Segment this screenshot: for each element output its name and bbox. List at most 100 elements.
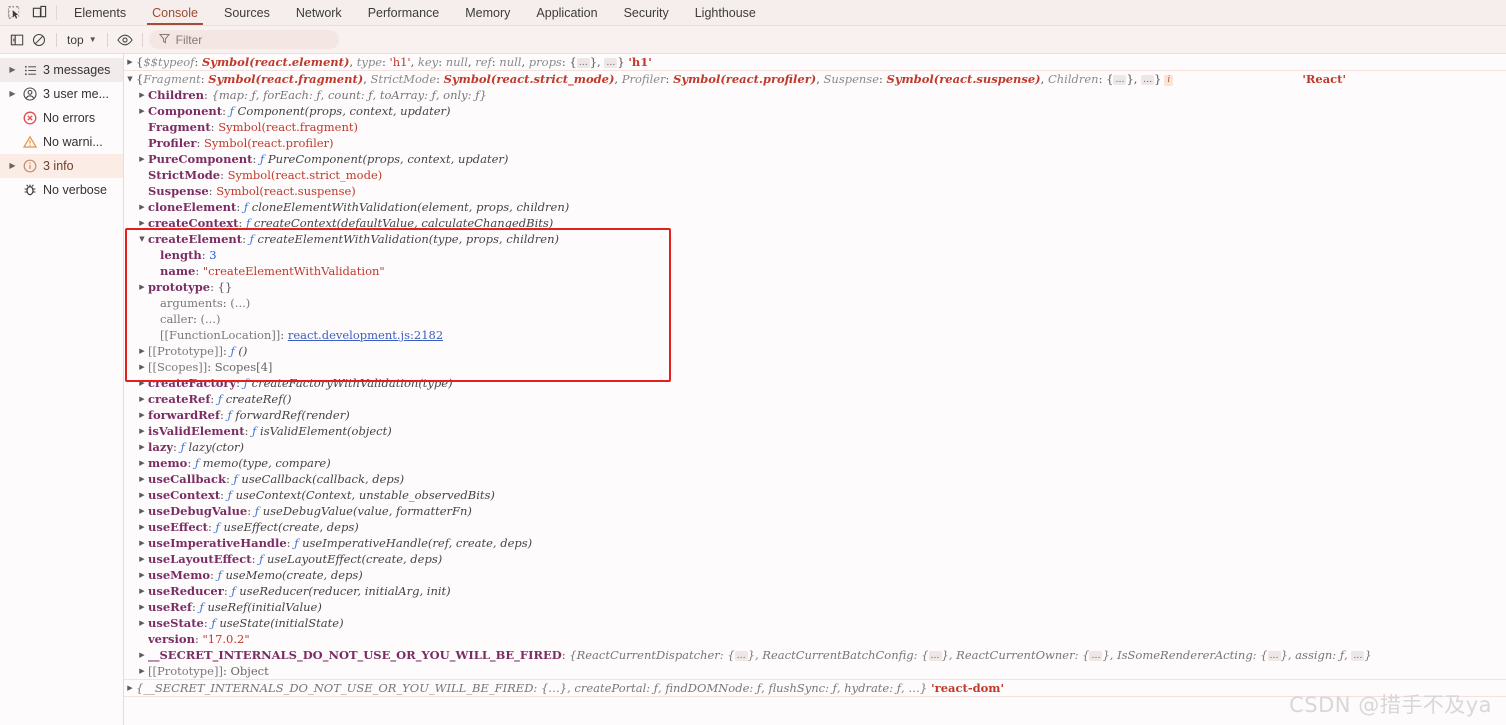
chevron-right-icon[interactable]: ▶	[136, 359, 148, 375]
tab-network[interactable]: Network	[283, 0, 355, 25]
chevron-right-icon[interactable]: ▶	[136, 407, 148, 423]
clear-console-icon[interactable]	[28, 30, 50, 50]
chevron-right-icon[interactable]: ▶	[136, 503, 148, 519]
filter-input[interactable]: Filter	[148, 30, 339, 49]
prop-value[interactable]: react.development.js:2182	[288, 328, 443, 342]
object-property-row[interactable]: ▶ Children: {map: ƒ, forEach: ƒ, count: ƒ…	[124, 87, 1506, 103]
chevron-right-icon[interactable]: ▶	[136, 519, 148, 535]
device-toolbar-icon[interactable]	[31, 4, 48, 21]
expand-ellipsis[interactable]: …	[1351, 651, 1365, 661]
chevron-right-icon[interactable]: ▶	[136, 599, 148, 615]
object-property-row[interactable]: ▶ useEffect: ƒ useEffect(create, deps)	[124, 519, 1506, 535]
chevron-right-icon[interactable]: ▶	[8, 162, 17, 170]
chevron-right-icon[interactable]: ▶	[8, 90, 17, 98]
object-property-row[interactable]: ▶ useCallback: ƒ useCallback(callback, de…	[124, 471, 1506, 487]
chevron-right-icon[interactable]: ▶	[136, 103, 148, 119]
console-message-element[interactable]: ▶ {$$typeof: Symbol(react.element), type…	[124, 54, 1506, 71]
object-property-row[interactable]: ▶Profiler: Symbol(react.profiler)	[124, 135, 1506, 151]
object-property-row[interactable]: ▶ useImperativeHandle: ƒ useImperativeHan…	[124, 535, 1506, 551]
tab-elements[interactable]: Elements	[61, 0, 139, 25]
chevron-right-icon[interactable]: ▶	[136, 551, 148, 567]
object-property-row[interactable]: ▶ useLayoutEffect: ƒ useLayoutEffect(crea…	[124, 551, 1506, 567]
sidebar-item-errors[interactable]: ▶ No errors	[0, 106, 123, 130]
chevron-right-icon[interactable]: ▶	[136, 199, 148, 215]
sidebar-item-messages[interactable]: ▶ 3 messages	[0, 58, 123, 82]
object-property-row[interactable]: ▶ useState: ƒ useState(initialState)	[124, 615, 1506, 631]
object-property-row[interactable]: ▶length: 3	[124, 247, 1506, 263]
expand-ellipsis[interactable]: …	[1113, 75, 1127, 85]
chevron-right-icon[interactable]: ▶	[8, 66, 17, 74]
object-property-row[interactable]: ▶ PureComponent: ƒ PureComponent(props, c…	[124, 151, 1506, 167]
object-property-row[interactable]: ▶ prototype: {}	[124, 279, 1506, 295]
tab-application[interactable]: Application	[523, 0, 610, 25]
live-expression-icon[interactable]	[114, 30, 136, 50]
object-property-list[interactable]: ▶ Children: {map: ƒ, forEach: ƒ, count: ƒ…	[124, 87, 1506, 679]
sidebar-item-verbose[interactable]: ▶ No verbose	[0, 178, 123, 202]
object-property-row[interactable]: ▶version: "17.0.2"	[124, 631, 1506, 647]
object-property-row[interactable]: ▶ lazy: ƒ lazy(ctor)	[124, 439, 1506, 455]
object-property-row[interactable]: ▶ useReducer: ƒ useReducer(reducer, initi…	[124, 583, 1506, 599]
expand-ellipsis[interactable]: …	[604, 58, 618, 68]
message-row[interactable]: ▼ {Fragment: Symbol(react.fragment), Str…	[124, 71, 1506, 87]
tab-lighthouse[interactable]: Lighthouse	[682, 0, 769, 25]
object-property-row[interactable]: ▶ __SECRET_INTERNALS_DO_NOT_USE_OR_YOU_WI…	[124, 647, 1506, 663]
object-property-row[interactable]: ▶ [[Prototype]]: Object	[124, 663, 1506, 679]
expand-ellipsis[interactable]: …	[1089, 651, 1103, 661]
chevron-right-icon[interactable]: ▶	[136, 391, 148, 407]
chevron-right-icon[interactable]: ▶	[124, 680, 136, 696]
tab-memory[interactable]: Memory	[452, 0, 523, 25]
chevron-down-icon[interactable]: ▼	[124, 71, 136, 87]
inspect-element-icon[interactable]	[6, 4, 23, 21]
tab-console[interactable]: Console	[139, 0, 211, 25]
expand-ellipsis[interactable]: …	[1141, 75, 1155, 85]
chevron-right-icon[interactable]: ▶	[136, 87, 148, 103]
chevron-right-icon[interactable]: ▶	[136, 583, 148, 599]
expand-ellipsis[interactable]: …	[1267, 651, 1281, 661]
object-property-row[interactable]: ▶ isValidElement: ƒ isValidElement(object…	[124, 423, 1506, 439]
chevron-right-icon[interactable]: ▶	[136, 615, 148, 631]
chevron-right-icon[interactable]: ▶	[136, 375, 148, 391]
object-property-row[interactable]: ▶Fragment: Symbol(react.fragment)	[124, 119, 1506, 135]
chevron-down-icon[interactable]: ▼	[136, 231, 148, 247]
chevron-right-icon[interactable]: ▶	[124, 54, 136, 70]
chevron-right-icon[interactable]: ▶	[136, 567, 148, 583]
object-property-row[interactable]: ▶ useMemo: ƒ useMemo(create, deps)	[124, 567, 1506, 583]
object-property-row[interactable]: ▶ createFactory: ƒ createFactoryWithValid…	[124, 375, 1506, 391]
chevron-right-icon[interactable]: ▶	[136, 455, 148, 471]
expand-ellipsis[interactable]: …	[576, 58, 590, 68]
chevron-right-icon[interactable]: ▶	[136, 535, 148, 551]
console-output[interactable]: ▶ {$$typeof: Symbol(react.element), type…	[124, 54, 1506, 725]
object-property-row[interactable]: ▶ forwardRef: ƒ forwardRef(render)	[124, 407, 1506, 423]
sidebar-item-warnings[interactable]: ▶ No warni...	[0, 130, 123, 154]
object-property-row[interactable]: ▶ cloneElement: ƒ cloneElementWithValidat…	[124, 199, 1506, 215]
chevron-right-icon[interactable]: ▶	[136, 343, 148, 359]
object-property-row[interactable]: ▶ useContext: ƒ useContext(Context, unsta…	[124, 487, 1506, 503]
object-property-row[interactable]: ▶ createContext: ƒ createContext(defaultV…	[124, 215, 1506, 231]
expand-ellipsis[interactable]: …	[734, 651, 748, 661]
chevron-right-icon[interactable]: ▶	[136, 647, 148, 663]
sidebar-item-info[interactable]: ▶ 3 info	[0, 154, 123, 178]
object-property-row[interactable]: ▶arguments: (...)	[124, 295, 1506, 311]
expand-ellipsis[interactable]: …	[928, 651, 942, 661]
chevron-right-icon[interactable]: ▶	[136, 471, 148, 487]
object-property-row[interactable]: ▶ createRef: ƒ createRef()	[124, 391, 1506, 407]
chevron-right-icon[interactable]: ▶	[136, 215, 148, 231]
message-row[interactable]: ▶ {$$typeof: Symbol(react.element), type…	[124, 54, 1506, 70]
object-property-row[interactable]: ▼ createElement: ƒ createElementWithValid…	[124, 231, 1506, 247]
tab-security[interactable]: Security	[611, 0, 682, 25]
chevron-right-icon[interactable]: ▶	[136, 279, 148, 295]
execution-context-selector[interactable]: top ▼	[63, 30, 101, 49]
object-property-row[interactable]: ▶ useRef: ƒ useRef(initialValue)	[124, 599, 1506, 615]
console-sidebar-toggle-icon[interactable]	[6, 30, 28, 50]
tab-sources[interactable]: Sources	[211, 0, 283, 25]
object-property-row[interactable]: ▶name: "createElementWithValidation"	[124, 263, 1506, 279]
console-message-react[interactable]: ▼ {Fragment: Symbol(react.fragment), Str…	[124, 71, 1506, 680]
object-property-row[interactable]: ▶ [[Prototype]]: ƒ ()	[124, 343, 1506, 359]
object-property-row[interactable]: ▶ Component: ƒ Component(props, context, …	[124, 103, 1506, 119]
chevron-right-icon[interactable]: ▶	[136, 439, 148, 455]
chevron-right-icon[interactable]: ▶	[136, 423, 148, 439]
object-property-row[interactable]: ▶[[FunctionLocation]]: react.development…	[124, 327, 1506, 343]
chevron-right-icon[interactable]: ▶	[136, 663, 148, 679]
object-property-row[interactable]: ▶ useDebugValue: ƒ useDebugValue(value, f…	[124, 503, 1506, 519]
object-property-row[interactable]: ▶Suspense: Symbol(react.suspense)	[124, 183, 1506, 199]
